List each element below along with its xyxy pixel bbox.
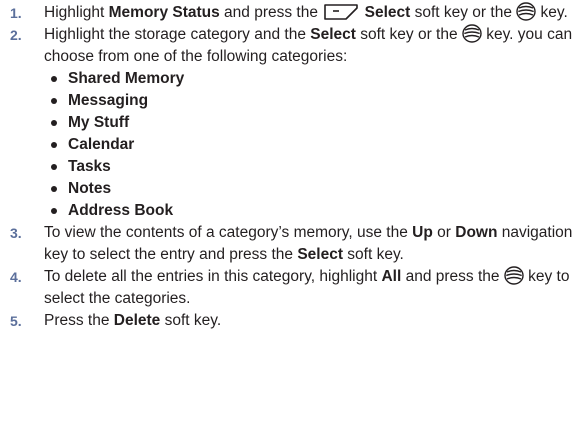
soft-key-name: Select [297,246,343,263]
soft-key-name: Delete [113,312,161,329]
step-1: 1. Highlight Memory Status and press the… [10,2,579,24]
step-5: 5. Press the Delete soft key. [10,310,579,332]
soft-key-name: Select [310,26,356,43]
left-soft-key-icon [324,4,359,20]
category-item: Messaging [50,90,579,112]
step-number: 5. [10,313,22,329]
ok-key-icon [462,24,482,43]
step-text: To delete all the entries in this catego… [44,266,570,307]
step-2: 2. Highlight the storage category and th… [10,24,579,222]
category-item: Shared Memory [50,68,579,90]
step-number: 1. [10,5,22,21]
step-number: 4. [10,269,22,285]
soft-key-name: Select [364,4,411,21]
menu-item-name: Memory Status [108,4,220,21]
category-item: Calendar [50,134,579,156]
ok-key-icon [516,2,536,21]
step-text: Highlight Memory Status and press the Se… [44,2,568,21]
step-number: 2. [10,27,22,43]
option-name-all: All [381,268,402,285]
step-text: Highlight the storage category and the S… [44,24,573,65]
category-item: Address Book [50,200,579,222]
step-text: To view the contents of a category’s mem… [44,224,573,263]
key-name-up: Up [412,224,433,241]
key-name-down: Down [455,224,498,241]
category-item: Notes [50,178,579,200]
step-4: 4. To delete all the entries in this cat… [10,266,579,310]
category-item: My Stuff [50,112,579,134]
ok-key-icon [504,266,524,285]
step-3: 3. To view the contents of a category’s … [10,222,579,266]
step-text: Press the Delete soft key. [44,312,222,329]
instruction-page: 1. Highlight Memory Status and press the… [0,0,585,422]
category-list: Shared Memory Messaging My Stuff Calenda… [44,68,579,222]
step-number: 3. [10,225,22,241]
category-item: Tasks [50,156,579,178]
